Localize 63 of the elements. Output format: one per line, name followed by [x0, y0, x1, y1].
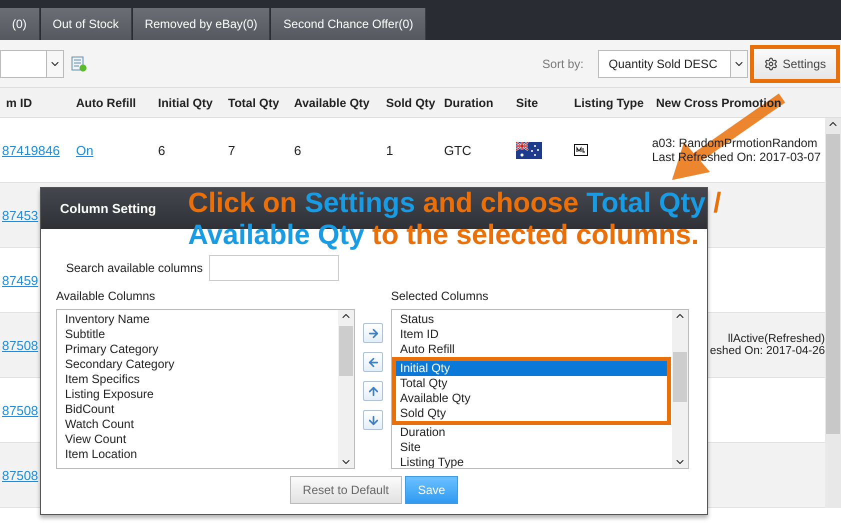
scrollbar[interactable] — [338, 310, 354, 468]
table-cell: 6 — [294, 142, 302, 158]
column-option[interactable]: Listing Exposure — [61, 387, 334, 402]
arrow-left-icon — [366, 356, 380, 368]
column-option[interactable]: Inventory Name — [61, 312, 334, 327]
search-field[interactable] — [208, 255, 339, 281]
promotion-text: Last Refreshed On: 2017-03-07 — [652, 150, 821, 164]
move-right-button[interactable] — [363, 323, 383, 343]
column-option[interactable]: Sold Qty — [396, 406, 667, 421]
column-option[interactable]: Auto Refill — [396, 342, 668, 357]
listing-type-icon — [574, 144, 588, 156]
column-option[interactable]: Total Qty — [396, 376, 667, 391]
table-cell: 6 — [158, 142, 166, 158]
table-cell: 7 — [228, 142, 236, 158]
settings-button[interactable]: Settings — [750, 44, 840, 82]
column-option[interactable]: Item ID — [396, 327, 668, 342]
arrow-right-icon — [366, 326, 380, 340]
column-option[interactable]: Item Location — [61, 447, 334, 462]
arrow-down-icon — [366, 414, 380, 426]
column-header[interactable]: m ID — [0, 88, 70, 117]
list-label: Available Columns — [56, 289, 156, 303]
column-header[interactable]: Available Qty — [288, 88, 380, 117]
promotion-text: eshed On: 2017-04-26 — [710, 345, 825, 357]
tab[interactable]: (0) — [0, 8, 40, 40]
column-header[interactable]: Total Qty — [222, 88, 288, 117]
scrollbar[interactable] — [672, 310, 688, 468]
move-down-button[interactable] — [363, 410, 383, 430]
column-header[interactable]: Sold Qty — [380, 88, 438, 117]
column-header[interactable]: Auto Refill — [70, 88, 152, 117]
column-header[interactable]: Duration — [438, 88, 510, 117]
column-option[interactable]: View Count — [61, 432, 334, 447]
column-option[interactable]: Item Specifics — [61, 372, 334, 387]
column-header[interactable]: Site — [510, 88, 568, 117]
promotion-text: llActive(Refreshed) — [728, 333, 825, 345]
column-option[interactable]: Available Qty — [396, 391, 667, 406]
search-label: Search available columns — [66, 261, 203, 275]
column-option[interactable]: Initial Qty — [396, 361, 667, 376]
dialog-title: Column Setting — [60, 201, 156, 216]
tab[interactable]: Second Chance Offer(0) — [271, 8, 426, 40]
flag-icon — [516, 142, 542, 158]
column-option[interactable]: Primary Category — [61, 342, 334, 357]
move-up-button[interactable] — [363, 381, 383, 401]
sort-select[interactable]: Quantity Sold DESC — [598, 50, 748, 78]
column-option[interactable]: Secondary Category — [61, 357, 334, 372]
list-label: Selected Columns — [391, 289, 490, 303]
column-header[interactable]: Initial Qty — [152, 88, 222, 117]
column-option[interactable]: Subtitle — [61, 327, 334, 342]
settings-icon — [764, 56, 778, 70]
column-header[interactable]: Listing Type — [568, 88, 650, 117]
column-option[interactable]: Duration — [396, 425, 668, 440]
sort-label: Sort by: — [542, 56, 584, 70]
tab[interactable]: Out of Stock — [40, 8, 132, 40]
scrollbar[interactable] — [825, 118, 841, 508]
column-option[interactable]: Site — [396, 440, 668, 455]
arrow-up-icon — [366, 384, 380, 398]
table-cell: GTC — [444, 142, 472, 158]
table-cell: 1 — [386, 142, 394, 158]
move-left-button[interactable] — [363, 352, 383, 372]
column-option[interactable]: Watch Count — [61, 417, 334, 432]
tab[interactable]: Removed by eBay(0) — [132, 8, 270, 40]
reset-button[interactable]: Reset to Default — [290, 476, 402, 504]
column-option[interactable]: BidCount — [61, 402, 334, 417]
column-option[interactable]: Status — [396, 312, 668, 327]
